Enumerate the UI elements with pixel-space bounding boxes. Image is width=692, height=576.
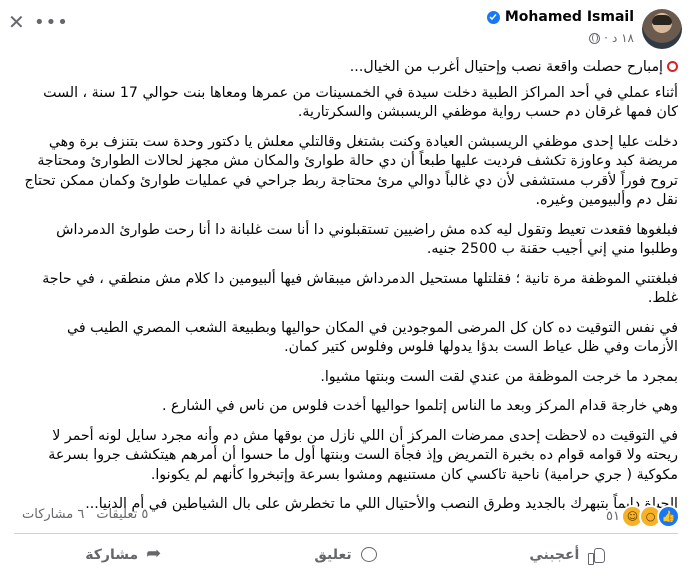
post-stats: ٥١ ☺ ○ 👍 ٥ تعليقات ٦ مشاركات <box>22 505 680 528</box>
post-paragraph: أثناء عملي في أحد المراكز الطبية دخلت سي… <box>43 84 678 121</box>
reaction-count[interactable]: ٥١ <box>606 509 620 524</box>
comments-count[interactable]: ٥ تعليقات <box>96 507 148 522</box>
post-paragraph: فبلغوها فقعدت تعيط وتقول ليه كده مش راضي… <box>56 221 678 258</box>
post-time[interactable]: ١٨ د <box>612 31 634 45</box>
thumbs-up-icon <box>587 546 606 565</box>
author-name-row: Mohamed Ismail <box>486 9 634 25</box>
post-body: إمبارح حصلت واقعة نصب وإحتيال أغرب من ال… <box>20 58 678 525</box>
post-paragraph: بمجرد ما خرجت الموظفة من عندي لقت الست و… <box>320 368 678 385</box>
red-circle-icon <box>667 61 678 72</box>
share-icon <box>146 543 164 564</box>
post-paragraph: فبلغتني الموظفة مرة تانية ؛ فقلتلها مستح… <box>42 270 678 307</box>
close-icon[interactable]: ✕ <box>8 10 25 34</box>
divider <box>14 533 678 534</box>
comment-button[interactable]: تعليق <box>235 540 456 570</box>
comment-icon <box>360 546 378 564</box>
shares-count[interactable]: ٦ مشاركات <box>22 507 84 522</box>
like-reaction-icon: 👍 <box>657 505 680 528</box>
engagement-counts: ٥ تعليقات ٦ مشاركات <box>22 507 148 522</box>
post-paragraph: في التوقيت ده لاحظت إحدى ممرضات المركز أ… <box>48 427 678 483</box>
post-meta: ١٨ د · <box>589 31 634 45</box>
share-label: مشاركة <box>85 547 139 563</box>
facebook-post: Mohamed Ismail ١٨ د · ••• ✕ إمبارح حصلت … <box>0 0 692 576</box>
post-paragraph: إمبارح حصلت واقعة نصب وإحتيال أغرب من ال… <box>20 58 678 78</box>
more-options-icon[interactable]: ••• <box>34 12 69 33</box>
comment-label: تعليق <box>314 547 352 563</box>
author-avatar[interactable] <box>642 9 682 49</box>
post-paragraph: في نفس التوقيت ده كان كل المرضى الموجودي… <box>67 319 678 356</box>
author-name[interactable]: Mohamed Ismail <box>505 9 634 25</box>
post-actions: أعجبني تعليق مشاركة <box>14 540 678 570</box>
post-header: Mohamed Ismail ١٨ د · ••• ✕ <box>0 0 692 56</box>
post-paragraph: وهي خارجة قدام المركز وبعد ما الناس إتلم… <box>161 398 678 414</box>
like-label: أعجبني <box>529 547 580 563</box>
like-button[interactable]: أعجبني <box>457 540 678 570</box>
share-button[interactable]: مشاركة <box>14 540 235 570</box>
reactions-summary[interactable]: ٥١ ☺ ○ 👍 <box>606 505 680 528</box>
verified-badge-icon <box>486 10 500 24</box>
globe-icon <box>589 32 601 44</box>
post-paragraph: دخلت عليا إحدى موظفي الريسبشن العيادة وك… <box>24 133 678 209</box>
